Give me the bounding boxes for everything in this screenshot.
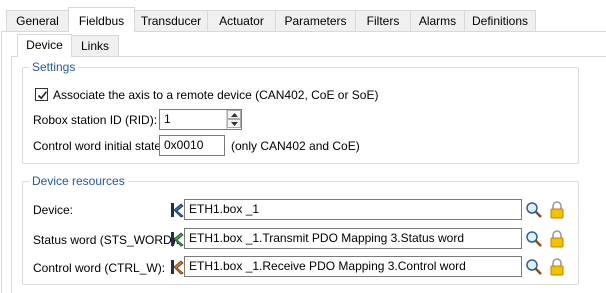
device-field[interactable]: ETH1.box _1 <box>184 199 522 220</box>
search-icon[interactable] <box>525 258 543 276</box>
search-icon[interactable] <box>525 201 543 219</box>
tab-filters[interactable]: Filters <box>355 10 411 31</box>
spin-up-icon <box>231 113 238 117</box>
control-word-initial-label: Control word initial state: <box>33 139 165 153</box>
tab-parameters[interactable]: Parameters <box>275 10 356 31</box>
associate-label: Associate the axis to a remote device (C… <box>53 88 379 102</box>
spin-up-button[interactable] <box>227 110 241 119</box>
tab-alarms[interactable]: Alarms <box>410 10 465 31</box>
device-label: Device: <box>33 203 74 217</box>
subtab-links[interactable]: Links <box>71 35 119 56</box>
lock-icon[interactable] <box>548 230 566 248</box>
control-word-note: (only CAN402 and CoE) <box>231 139 360 153</box>
checkmark-icon <box>37 91 48 100</box>
status-word-label: Status word (STS_WORD): <box>33 233 180 247</box>
spin-down-icon <box>231 122 238 126</box>
output-resource-icon <box>171 260 184 275</box>
control-word-field[interactable]: ETH1.box _1.Receive PDO Mapping 3.Contro… <box>184 256 522 277</box>
lock-icon[interactable] <box>548 258 566 276</box>
search-icon[interactable] <box>525 230 543 248</box>
rid-value: 1 <box>164 112 171 126</box>
device-resources-group-title: Device resources <box>29 174 128 188</box>
rid-spin-buttons <box>226 110 241 129</box>
lock-icon[interactable] <box>548 201 566 219</box>
tab-actuator[interactable]: Actuator <box>207 10 276 31</box>
tab-transducer[interactable]: Transducer <box>134 10 208 31</box>
device-resource-icon <box>171 203 184 218</box>
rid-spinbox[interactable]: 1 <box>159 109 242 130</box>
rid-label: Robox station ID (RID): <box>33 113 158 127</box>
tab-fieldbus[interactable]: Fieldbus <box>68 7 135 32</box>
settings-group-title: Settings <box>29 60 79 74</box>
control-word-label: Control word (CTRL_W): <box>33 261 166 275</box>
control-word-initial-input[interactable]: 0x0010 <box>159 135 225 156</box>
spin-down-button[interactable] <box>227 119 241 128</box>
main-tab-bar: General Fieldbus Transducer Actuator Par… <box>0 0 606 32</box>
tab-general[interactable]: General <box>6 10 69 31</box>
tab-definitions[interactable]: Definitions <box>464 10 536 31</box>
status-word-field[interactable]: ETH1.box _1.Transmit PDO Mapping 3.Statu… <box>184 228 522 249</box>
input-resource-icon <box>171 232 184 247</box>
subtab-device[interactable]: Device <box>17 34 72 57</box>
associate-checkbox[interactable] <box>35 88 48 101</box>
